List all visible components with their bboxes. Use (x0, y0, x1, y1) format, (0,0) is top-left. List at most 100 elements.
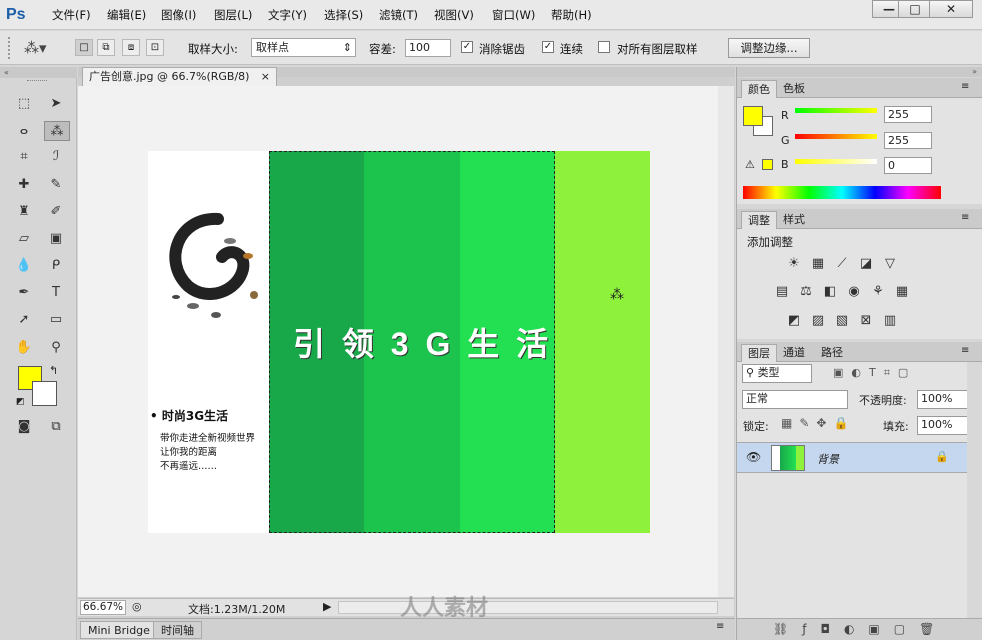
photo-filter-icon[interactable]: ◉ (845, 284, 863, 300)
path-selection-icon[interactable]: ➚ (14, 310, 34, 330)
lasso-tool-icon[interactable]: ⴰ (14, 121, 34, 141)
tab-swatches[interactable]: 色板 (777, 80, 811, 98)
menu-type[interactable]: 文字(Y) (268, 7, 307, 23)
menu-layer[interactable]: 图层(L) (214, 7, 252, 23)
hand-tool-icon[interactable]: ✋ (14, 338, 34, 358)
background-color-swatch[interactable] (32, 381, 57, 406)
out-of-gamut-warning-icon[interactable]: ⚠ (745, 158, 755, 171)
layer-filter-icons[interactable]: ▣◐T⌗▢ (833, 366, 916, 380)
g-input[interactable]: 255 (884, 132, 932, 149)
zoom-level[interactable]: 66.67% (80, 600, 126, 615)
rectangle-tool-icon[interactable]: ▭ (46, 310, 66, 330)
panel-menu-icon[interactable]: ≡ (961, 81, 969, 92)
gradient-map-icon[interactable]: ▥ (881, 313, 899, 329)
menu-window[interactable]: 窗口(W) (492, 7, 535, 23)
healing-brush-icon[interactable]: ✚ (14, 175, 34, 195)
tab-adjustments[interactable]: 调整 (741, 211, 777, 229)
r-input[interactable]: 255 (884, 106, 932, 123)
menu-edit[interactable]: 编辑(E) (107, 7, 146, 23)
vibrance-icon[interactable]: ▽ (881, 256, 899, 272)
move-tool-icon[interactable]: ➤ (46, 94, 66, 114)
tab-layers[interactable]: 图层 (741, 344, 777, 362)
eraser-tool-icon[interactable]: ▱ (14, 229, 34, 249)
selective-color-icon[interactable]: ⊠ (857, 313, 875, 329)
history-brush-icon[interactable]: ✐ (46, 202, 66, 222)
clone-stamp-icon[interactable]: ♜ (14, 202, 34, 222)
marquee-tool-icon[interactable]: ⬚ (14, 94, 34, 114)
menu-select[interactable]: 选择(S) (324, 7, 363, 23)
menu-view[interactable]: 视图(V) (434, 7, 474, 23)
color-panel-foreground[interactable] (743, 106, 763, 126)
invert-icon[interactable]: ◩ (785, 313, 803, 329)
eye-icon[interactable]: 👁 (746, 450, 761, 464)
brush-tool-icon[interactable]: ✎ (46, 175, 66, 195)
type-tool-icon[interactable]: T (46, 283, 66, 303)
panel-menu-icon[interactable]: ≡ (961, 345, 969, 356)
magic-wand-preset-icon[interactable]: ⁂▾ (24, 37, 62, 59)
pen-tool-icon[interactable]: ✒ (14, 283, 34, 303)
blur-tool-icon[interactable]: 💧 (14, 256, 34, 276)
tab-color[interactable]: 颜色 (741, 80, 777, 98)
layers-footer-icons[interactable]: ⛓ƒ◘◐▣▢🗑 (737, 618, 982, 640)
maximize-button[interactable]: □ (898, 0, 932, 18)
collapse-toolbox-icon[interactable]: « (0, 67, 77, 78)
layer-filter-select[interactable]: ⚲ 类型 (742, 364, 812, 383)
lock-icons[interactable]: ▦✎✥🔒 (781, 416, 855, 430)
black-white-icon[interactable]: ◧ (821, 284, 839, 300)
menu-filter[interactable]: 滤镜(T) (379, 7, 418, 23)
levels-icon[interactable]: ▦ (809, 256, 827, 272)
antialias-checkbox[interactable]: ✓ (461, 41, 473, 53)
refine-edge-button[interactable]: 调整边缘... (728, 38, 810, 58)
hue-saturation-icon[interactable]: ▤ (773, 284, 791, 300)
tolerance-input[interactable]: 100 (405, 39, 451, 57)
color-balance-icon[interactable]: ⚖ (797, 284, 815, 300)
vertical-scrollbar[interactable] (718, 86, 734, 597)
magic-wand-tool-icon[interactable]: ⁂ (44, 121, 70, 141)
threshold-icon[interactable]: ▧ (833, 313, 851, 329)
eyedropper-tool-icon[interactable]: ℐ (46, 147, 66, 167)
gamut-color-swatch[interactable] (762, 159, 773, 170)
gradient-tool-icon[interactable]: ▣ (46, 229, 66, 249)
exposure-icon[interactable]: ◪ (857, 256, 875, 272)
screen-mode-icon[interactable]: ⧉ (46, 417, 66, 437)
document-tab[interactable]: 广告创意.jpg @ 66.7%(RGB/8) × (82, 67, 277, 86)
menu-image[interactable]: 图像(I) (161, 7, 196, 23)
tab-paths[interactable]: 路径 (815, 344, 849, 362)
status-menu-icon[interactable]: ▶ (323, 600, 331, 613)
swap-colors-icon[interactable]: ↰ (49, 364, 58, 377)
default-colors-icon[interactable]: ◩ (16, 397, 25, 407)
posterize-icon[interactable]: ▨ (809, 313, 827, 329)
curves-icon[interactable]: ⟋ (833, 256, 851, 272)
crop-tool-icon[interactable]: ⌗ (14, 147, 34, 167)
tab-styles[interactable]: 样式 (777, 211, 811, 229)
opacity-input[interactable]: 100% (917, 390, 971, 409)
tab-mini-bridge[interactable]: Mini Bridge (80, 621, 158, 639)
contiguous-checkbox[interactable]: ✓ (542, 41, 554, 53)
collapse-right-icon[interactable]: » (737, 67, 982, 77)
color-lookup-icon[interactable]: ▦ (893, 284, 911, 300)
g-slider[interactable] (795, 134, 877, 139)
document-image[interactable]: • 时尚3G生活 带你走进全新视频世界 让你我的距离 不再遥远…… 引 领 3 … (148, 151, 650, 533)
quick-mask-icon[interactable]: ◙ (14, 417, 34, 437)
blend-mode-select[interactable]: 正常 (742, 390, 848, 409)
tab-channels[interactable]: 通道 (777, 344, 811, 362)
panel-menu-icon[interactable]: ≡ (961, 212, 969, 223)
b-input[interactable]: 0 (884, 157, 932, 174)
add-selection-icon[interactable]: ⧉ (97, 39, 115, 56)
panel-menu-icon[interactable]: ≡ (716, 621, 724, 632)
menu-help[interactable]: 帮助(H) (551, 7, 592, 23)
tab-timeline[interactable]: 时间轴 (153, 621, 202, 639)
menu-file[interactable]: 文件(F) (52, 7, 91, 23)
brightness-icon[interactable]: ☀ (785, 256, 803, 272)
r-slider[interactable] (795, 108, 877, 113)
subtract-selection-icon[interactable]: ⧈ (122, 39, 140, 56)
fill-input[interactable]: 100% (917, 416, 971, 435)
intersect-selection-icon[interactable]: ⊡ (146, 39, 164, 56)
layers-scrollbar[interactable] (967, 362, 982, 622)
new-selection-icon[interactable]: □ (75, 39, 93, 56)
zoom-tool-icon[interactable]: ⚲ (46, 338, 66, 358)
horizontal-scrollbar[interactable] (338, 601, 718, 614)
color-spectrum-bar[interactable] (743, 186, 941, 199)
close-tab-icon[interactable]: × (261, 68, 270, 86)
all-layers-checkbox[interactable] (598, 41, 610, 53)
